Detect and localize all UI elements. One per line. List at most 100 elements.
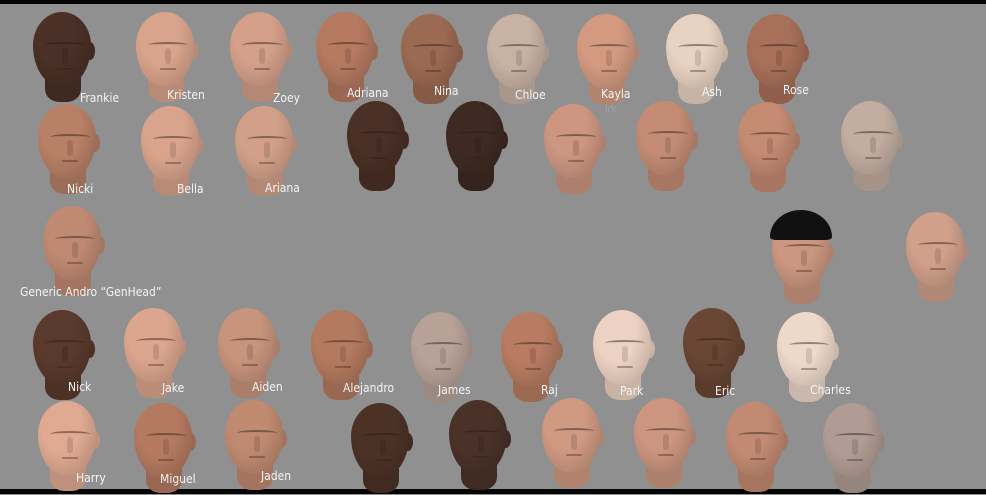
nose bbox=[530, 348, 536, 364]
nose bbox=[345, 48, 351, 64]
character-head bbox=[347, 403, 413, 495]
mouth bbox=[57, 366, 73, 368]
character-head bbox=[734, 102, 800, 194]
mouth bbox=[473, 456, 489, 458]
character-name-label: Nina bbox=[434, 84, 459, 98]
face bbox=[487, 14, 545, 88]
face bbox=[235, 106, 293, 180]
nose bbox=[440, 348, 446, 364]
mouth bbox=[750, 458, 766, 460]
nose bbox=[62, 346, 68, 362]
mouth bbox=[340, 68, 356, 70]
character-head bbox=[442, 101, 508, 193]
nose bbox=[755, 438, 761, 454]
top-bar bbox=[0, 0, 986, 4]
face bbox=[134, 403, 192, 477]
face bbox=[542, 398, 600, 472]
face bbox=[501, 312, 559, 386]
face bbox=[218, 308, 276, 382]
nose bbox=[571, 434, 577, 450]
mouth bbox=[801, 368, 817, 370]
character-head bbox=[837, 101, 903, 193]
face bbox=[401, 14, 459, 88]
face bbox=[33, 310, 91, 384]
stray-text: Irk bbox=[605, 104, 617, 115]
face bbox=[906, 212, 964, 286]
character-head bbox=[630, 398, 696, 490]
face bbox=[747, 14, 805, 88]
face bbox=[136, 12, 194, 86]
face bbox=[738, 102, 796, 176]
character-name-label: Eric bbox=[715, 384, 736, 398]
face bbox=[446, 101, 504, 175]
face bbox=[38, 104, 96, 178]
character-head bbox=[538, 398, 604, 490]
face bbox=[577, 14, 635, 88]
character-name-label: Raj bbox=[541, 383, 558, 397]
mouth bbox=[762, 158, 778, 160]
mouth bbox=[930, 268, 946, 270]
face bbox=[841, 101, 899, 175]
face bbox=[351, 403, 409, 477]
character-name-label: Jake bbox=[162, 381, 185, 395]
nose bbox=[622, 346, 628, 362]
face bbox=[225, 400, 283, 474]
nose bbox=[259, 48, 265, 64]
nose bbox=[712, 344, 718, 360]
mouth bbox=[690, 70, 706, 72]
nose bbox=[663, 434, 669, 450]
mouth bbox=[865, 157, 881, 159]
mouth bbox=[375, 459, 391, 461]
face bbox=[311, 310, 369, 384]
mouth bbox=[165, 162, 181, 164]
nose bbox=[62, 48, 68, 64]
mouth bbox=[796, 270, 812, 272]
face bbox=[347, 101, 405, 175]
character-head bbox=[445, 400, 511, 492]
mouth bbox=[254, 68, 270, 70]
character-head bbox=[722, 402, 788, 494]
nose bbox=[67, 437, 73, 453]
nose bbox=[247, 344, 253, 360]
character-name-label: Nick bbox=[68, 380, 92, 394]
nose bbox=[870, 137, 876, 153]
mouth bbox=[566, 454, 582, 456]
face bbox=[141, 106, 199, 180]
face bbox=[777, 312, 835, 386]
mouth bbox=[242, 364, 258, 366]
nose bbox=[67, 140, 73, 156]
face bbox=[230, 12, 288, 86]
mouth bbox=[62, 160, 78, 162]
mouth bbox=[335, 366, 351, 368]
face bbox=[634, 398, 692, 472]
nose bbox=[163, 439, 169, 455]
character-head bbox=[343, 101, 409, 193]
character-name-label: Miguel bbox=[160, 472, 196, 486]
face bbox=[449, 400, 507, 474]
mouth bbox=[771, 70, 787, 72]
mouth bbox=[470, 157, 486, 159]
nose bbox=[254, 436, 260, 452]
mouth bbox=[67, 262, 83, 264]
character-head bbox=[902, 212, 968, 304]
mouth bbox=[249, 456, 265, 458]
mouth bbox=[158, 459, 174, 461]
nose bbox=[516, 50, 522, 66]
nose bbox=[606, 50, 612, 66]
character-name-label: Park bbox=[620, 384, 644, 398]
character-head bbox=[768, 210, 834, 306]
nose bbox=[475, 137, 481, 153]
mouth bbox=[847, 459, 863, 461]
character-name-label: Frankie bbox=[80, 91, 120, 105]
face bbox=[823, 403, 881, 477]
character-name-label: Bella bbox=[177, 182, 204, 196]
face bbox=[726, 402, 784, 476]
mouth bbox=[511, 70, 527, 72]
nose bbox=[776, 50, 782, 66]
mouth bbox=[371, 157, 387, 159]
nose bbox=[806, 348, 812, 364]
face bbox=[683, 308, 741, 382]
mouth bbox=[525, 368, 541, 370]
mouth bbox=[425, 70, 441, 72]
character-head bbox=[632, 101, 698, 193]
